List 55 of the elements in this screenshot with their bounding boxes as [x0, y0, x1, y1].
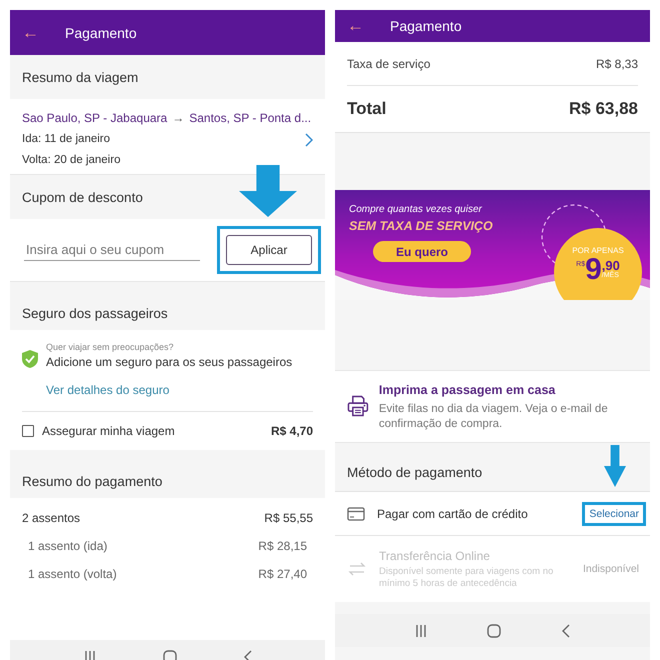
- return-date: Volta: 20 de janeiro: [22, 154, 120, 166]
- badge-cents: ,90: [602, 259, 620, 272]
- fee-label: Taxa de serviço: [347, 56, 430, 70]
- payment-method-label: Transferência Online: [379, 548, 491, 562]
- print-title: Imprima a passagem em casa: [378, 383, 556, 397]
- home-icon: [486, 622, 502, 638]
- arrow-icon: [239, 165, 297, 217]
- unavailable-label: Indisponível: [582, 562, 640, 577]
- summary-label: 1 assento (ida): [28, 539, 108, 553]
- route-origin: Sao Paulo, SP - Jabaquara: [22, 111, 168, 125]
- badge-caption: POR APENAS: [572, 246, 624, 255]
- insurance-question: Quer viajar sem preocupações?: [46, 342, 175, 352]
- insurance-details-link[interactable]: Ver detalhes do seguro: [46, 383, 292, 397]
- apply-button[interactable]: Aplicar: [226, 235, 312, 265]
- section-title: Resumo do pagamento: [22, 474, 162, 488]
- summary-label: 1 assento (volta): [28, 567, 117, 581]
- section-title: Método de pagamento: [347, 464, 482, 480]
- promo-button[interactable]: Eu quero: [373, 241, 471, 262]
- summary-label: 2 assentos: [22, 511, 80, 525]
- recent-apps-icon: [82, 650, 96, 660]
- screen-title: Pagamento: [65, 24, 137, 40]
- print-description: Evite filas no dia da viagem. Veja o e-mail de confirmação de compra.: [378, 402, 609, 432]
- shield-check-icon: [22, 350, 38, 368]
- payment-method-label: Pagar com cartão de crédito: [377, 506, 529, 520]
- summary-value: R$ 27,40: [258, 567, 307, 581]
- back-icon: [242, 650, 252, 660]
- checkbox-label: Assegurar minha viagem: [42, 424, 176, 438]
- insurance-price: R$ 4,70: [270, 424, 313, 438]
- recent-apps-icon: [414, 624, 428, 638]
- back-icon: [560, 624, 571, 638]
- promo-tagline: Compre quantas vezes quiser: [349, 204, 483, 215]
- fee-value: R$ 8,33: [596, 56, 638, 70]
- arrow-icon: [604, 445, 626, 487]
- chevron-right-icon: [305, 133, 313, 147]
- insurance-checkbox[interactable]: [22, 425, 34, 437]
- transfer-arrows-icon: [347, 562, 367, 576]
- promo-headline: SEM TAXA DE SERVIÇO: [349, 219, 493, 233]
- route-arrow: →: [172, 111, 184, 125]
- back-button[interactable]: ←: [22, 22, 39, 42]
- select-button[interactable]: Selecionar: [582, 502, 646, 526]
- total-value: R$ 63,88: [569, 99, 638, 119]
- summary-value: R$ 55,55: [264, 511, 313, 525]
- badge-amount: 9: [585, 255, 602, 285]
- section-title: Resumo da viagem: [22, 70, 138, 84]
- section-title: Cupom de desconto: [22, 190, 143, 204]
- back-button[interactable]: ←: [347, 16, 364, 36]
- route-destination: Santos, SP - Ponta d...: [189, 111, 312, 125]
- coupon-field[interactable]: Insira aqui o seu cupom: [24, 239, 200, 261]
- insurance-offer: Adicione um seguro para os seus passageiros: [46, 355, 292, 369]
- credit-card-icon: [347, 506, 365, 520]
- outbound-date: Ida: 11 de janeiro: [22, 133, 112, 145]
- section-title: Seguro dos passageiros: [22, 306, 168, 320]
- total-label: Total: [347, 99, 386, 119]
- screen-title: Pagamento: [390, 18, 462, 34]
- summary-value: R$ 28,15: [258, 539, 307, 553]
